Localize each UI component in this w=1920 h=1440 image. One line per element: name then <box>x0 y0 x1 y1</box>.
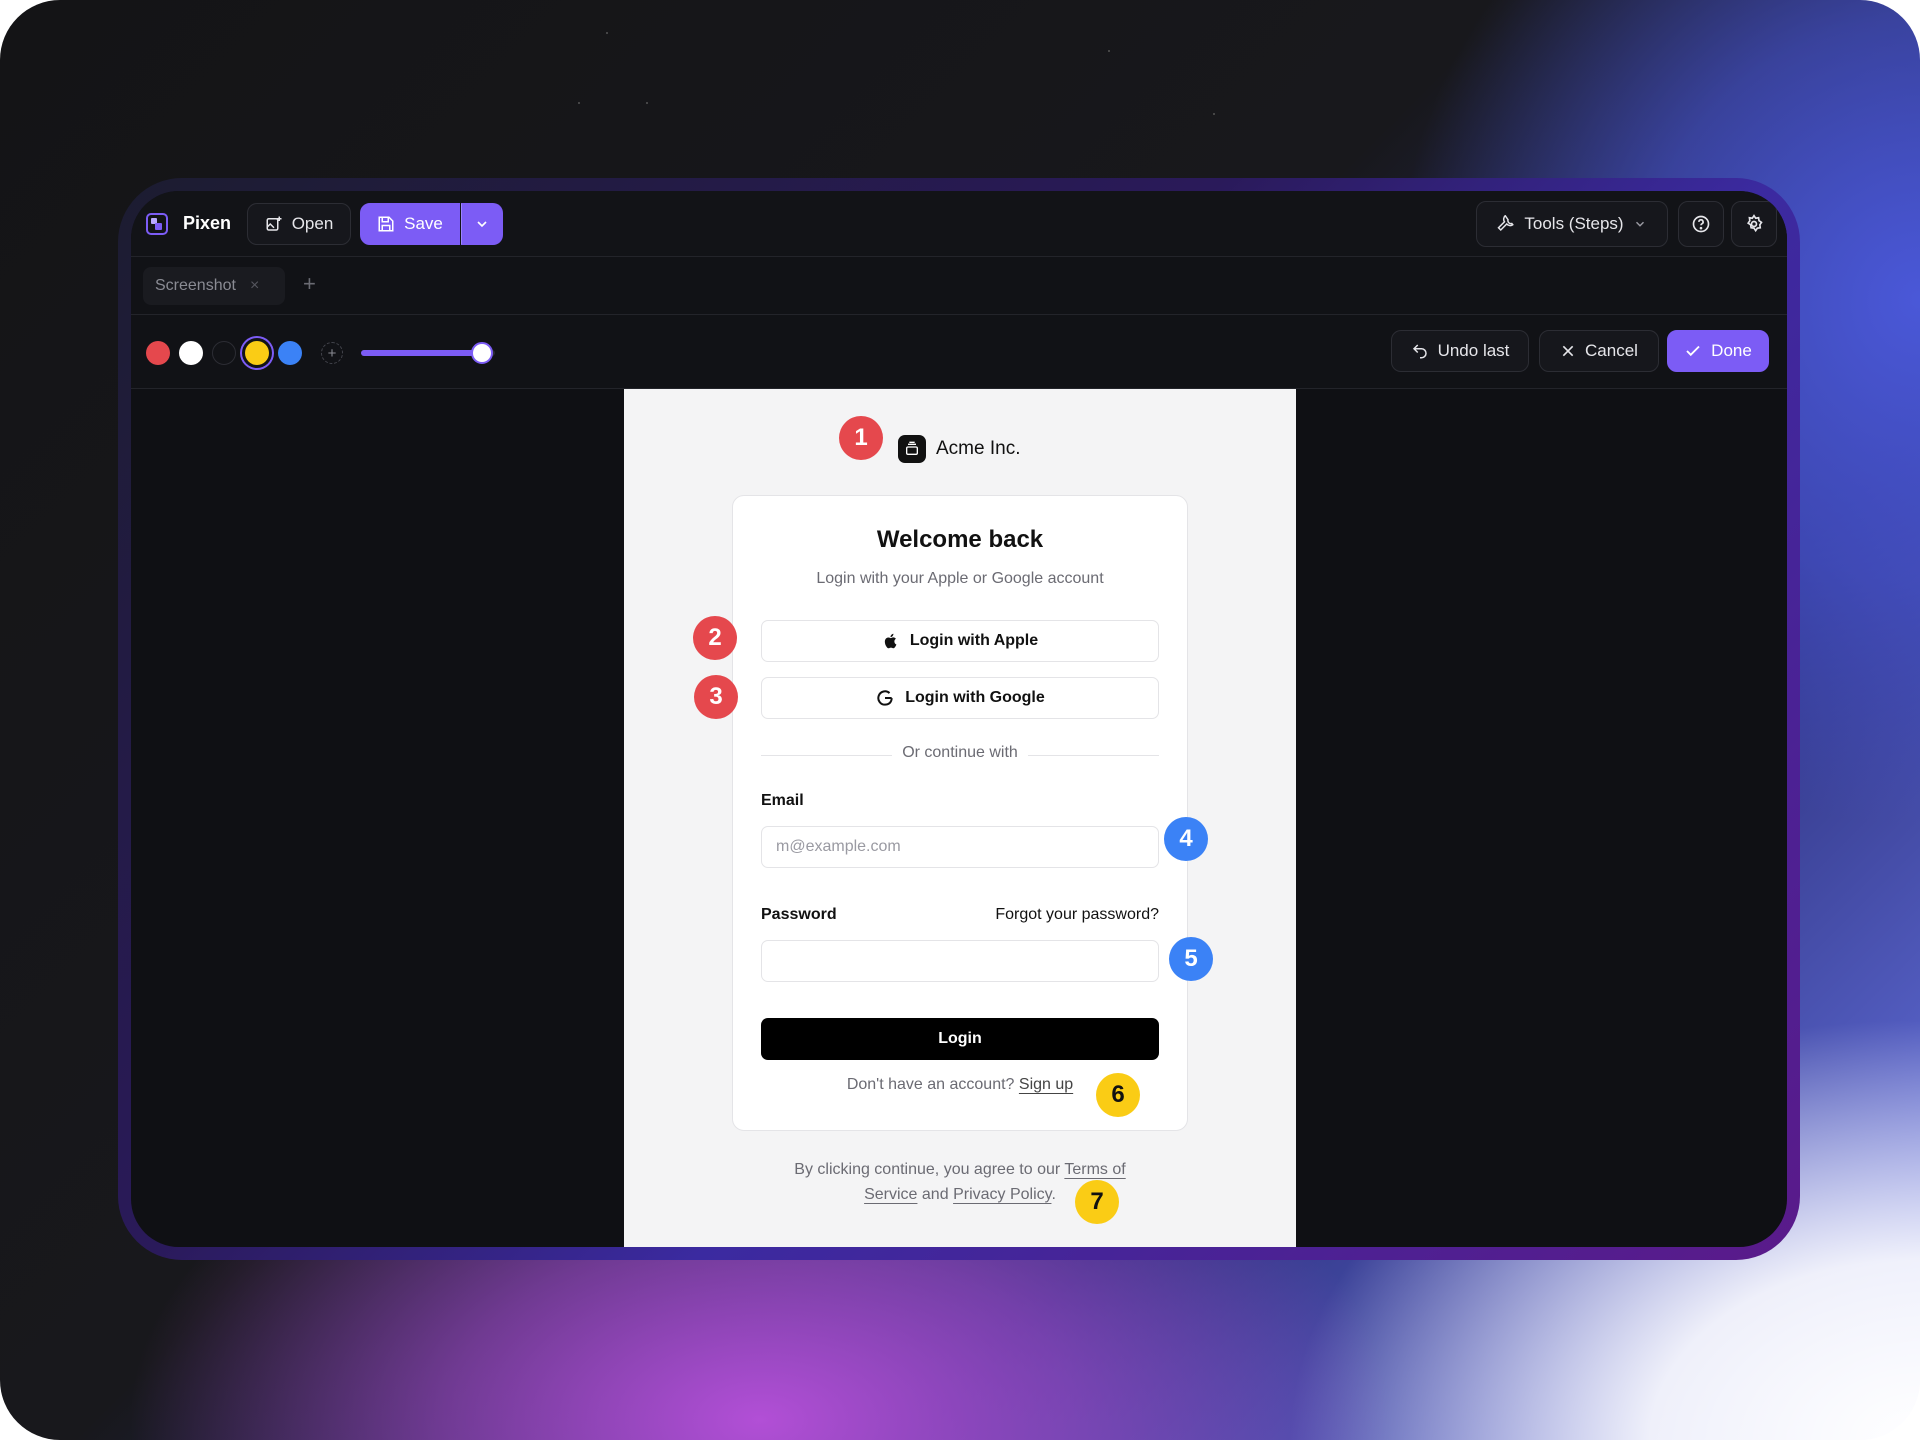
done-label: Done <box>1711 341 1752 360</box>
login-card: Welcome back Login with your Apple or Go… <box>732 495 1188 1131</box>
slider-handle[interactable] <box>470 342 493 364</box>
new-tab-button[interactable]: + <box>303 271 316 297</box>
login-with-apple-button[interactable]: Login with Apple <box>761 620 1159 662</box>
apple-icon <box>882 632 900 650</box>
app-logo-icon <box>146 213 168 235</box>
app-window: Pixen Open Save Tools (Steps) Screenshot… <box>131 191 1787 1247</box>
color-swatch[interactable] <box>278 341 302 365</box>
forgot-password-link[interactable]: Forgot your password? <box>995 906 1159 924</box>
login-button[interactable]: Login <box>761 1018 1159 1060</box>
cancel-label: Cancel <box>1585 341 1638 360</box>
wrench-icon <box>1497 215 1515 233</box>
tablet-frame: Pixen Open Save Tools (Steps) Screenshot… <box>118 178 1800 1260</box>
step-marker-6[interactable]: 6 <box>1096 1073 1140 1117</box>
login-with-google-button[interactable]: Login with Google <box>761 677 1159 719</box>
add-color-button[interactable]: + <box>321 342 343 364</box>
image-plus-icon <box>265 215 283 233</box>
step-marker-7[interactable]: 7 <box>1075 1180 1119 1224</box>
undo-label: Undo last <box>1437 341 1510 360</box>
app-name: Pixen <box>183 213 232 233</box>
card-subtitle: Login with your Apple or Google account <box>816 570 1104 587</box>
star <box>1213 113 1215 115</box>
open-label: Open <box>291 214 334 233</box>
email-label: Email <box>761 792 804 809</box>
star <box>646 102 648 104</box>
color-swatch[interactable] <box>245 341 269 365</box>
check-icon <box>1684 342 1702 360</box>
step-marker-1[interactable]: 1 <box>839 416 883 460</box>
floppy-disk-icon <box>377 215 395 233</box>
color-swatch[interactable] <box>146 341 170 365</box>
terms-suffix: . <box>1051 1186 1056 1203</box>
chevron-down-icon <box>474 216 490 232</box>
divider-label-wrap: Or continue with <box>733 744 1187 762</box>
tab-label: Screenshot <box>155 277 236 294</box>
done-button[interactable]: Done <box>1667 330 1769 372</box>
email-field[interactable]: m@example.com <box>761 826 1159 868</box>
save-options-dropdown[interactable] <box>461 203 503 245</box>
apple-label: Login with Apple <box>909 632 1039 649</box>
top-bar: Pixen Open Save Tools (Steps) <box>131 191 1787 257</box>
step-marker-2[interactable]: 2 <box>693 616 737 660</box>
tab-bar: Screenshot × + <box>131 257 1787 315</box>
settings-button[interactable] <box>1731 201 1777 247</box>
save-label: Save <box>404 214 443 233</box>
password-field[interactable] <box>761 940 1159 982</box>
terms-prefix: By clicking continue, you agree to our <box>794 1161 1061 1178</box>
brand-logo-icon <box>898 435 926 463</box>
signup-prompt: Don't have an account? <box>846 1076 1015 1093</box>
signup-link[interactable]: Sign up <box>1019 1076 1073 1093</box>
undo-button[interactable]: Undo last <box>1391 330 1529 372</box>
step-marker-5[interactable]: 5 <box>1169 937 1213 981</box>
star <box>1108 50 1110 52</box>
brush-size-slider[interactable] <box>361 342 495 364</box>
tab-screenshot[interactable]: Screenshot × <box>143 267 285 305</box>
brand-name: Acme Inc. <box>936 438 1021 459</box>
help-circle-icon <box>1691 214 1711 234</box>
gear-icon <box>1744 214 1764 234</box>
google-label: Login with Google <box>905 689 1045 706</box>
screenshot-canvas[interactable]: Acme Inc. Welcome back Login with your A… <box>624 389 1296 1247</box>
undo-icon <box>1411 342 1429 360</box>
close-tab-icon[interactable]: × <box>250 277 259 295</box>
password-label: Password <box>761 906 837 923</box>
color-swatch[interactable] <box>212 341 236 365</box>
tools-label: Tools (Steps) <box>1524 214 1624 233</box>
card-title: Welcome back <box>876 526 1044 553</box>
cancel-button[interactable]: Cancel <box>1539 330 1659 372</box>
help-button[interactable] <box>1678 201 1724 247</box>
star <box>578 102 580 104</box>
tools-dropdown[interactable]: Tools (Steps) <box>1476 201 1668 247</box>
open-button[interactable]: Open <box>247 203 351 245</box>
drawing-toolbar: + Undo last Cancel Done <box>131 315 1787 389</box>
star <box>606 32 608 34</box>
step-marker-4[interactable]: 4 <box>1164 817 1208 861</box>
divider-label: Or continue with <box>892 744 1028 761</box>
step-marker-3[interactable]: 3 <box>694 675 738 719</box>
slider-fill <box>361 350 482 356</box>
google-icon <box>875 688 895 708</box>
chevron-down-icon <box>1633 217 1647 231</box>
save-button[interactable]: Save <box>360 203 460 245</box>
color-swatch[interactable] <box>179 341 203 365</box>
terms-and: and <box>921 1186 949 1203</box>
privacy-link[interactable]: Privacy Policy <box>953 1186 1051 1203</box>
close-icon <box>1560 343 1576 359</box>
desktop-background: Pixen Open Save Tools (Steps) Screenshot… <box>0 0 1920 1440</box>
